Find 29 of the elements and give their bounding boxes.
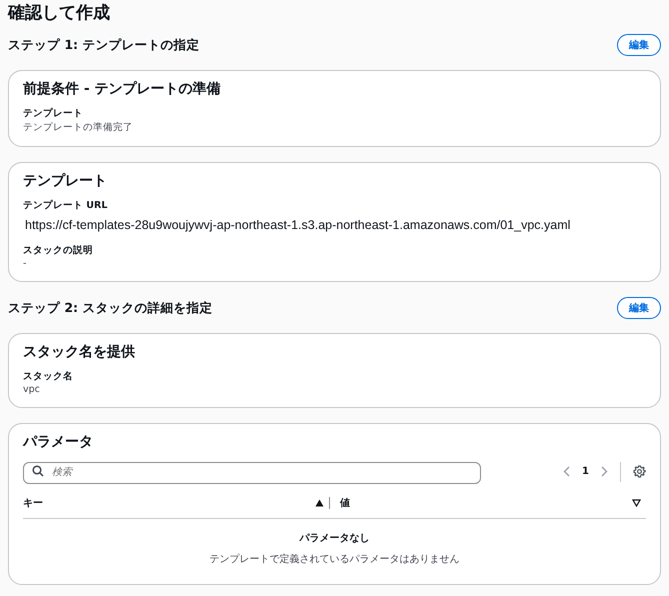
field-value: vpc xyxy=(23,384,41,395)
previous-page-icon[interactable] xyxy=(563,466,570,478)
edit-button[interactable]: 編集 xyxy=(617,297,661,319)
card-title: テンプレート xyxy=(23,172,108,190)
sort-icon[interactable] xyxy=(632,498,641,506)
settings-icon[interactable] xyxy=(633,465,646,478)
page-title: 確認して作成 xyxy=(8,2,111,24)
field-label: スタック名 xyxy=(23,370,74,383)
next-page-icon[interactable] xyxy=(601,466,608,478)
page-number[interactable]: 1 xyxy=(582,466,589,478)
field-label: テンプレート URL xyxy=(23,199,108,212)
field-label: スタックの説明 xyxy=(23,244,94,257)
column-header[interactable]: 値 xyxy=(340,496,350,510)
column-header[interactable]: キー xyxy=(23,496,43,510)
card-title: パラメータ xyxy=(23,433,94,451)
edit-button[interactable]: 編集 xyxy=(617,34,661,56)
step-title: ステップ 2: スタックの詳細を指定 xyxy=(8,300,212,316)
card-title: スタック名を提供 xyxy=(23,343,136,361)
step-title: ステップ 1: テンプレートの指定 xyxy=(8,36,200,54)
empty-state-text: テンプレートで定義されているパラメータはありません xyxy=(208,552,460,566)
search-icon xyxy=(32,465,44,477)
search-field[interactable]: 検索 xyxy=(23,462,481,484)
card-title: 前提条件 - テンプレートの準備 xyxy=(23,80,222,98)
field-value: https://cf-templates-28u9woujywvj-ap-northeast-1.s3.ap-northeast-1.amazonaws.com/01_vpc.yaml xyxy=(25,218,572,232)
field-value: - xyxy=(23,258,28,269)
field-label: テンプレート xyxy=(23,107,84,120)
empty-state-title: パラメータなし xyxy=(298,532,370,544)
sort-ascending-icon[interactable] xyxy=(315,498,324,506)
field-value: テンプレートの準備完了 xyxy=(23,121,134,134)
